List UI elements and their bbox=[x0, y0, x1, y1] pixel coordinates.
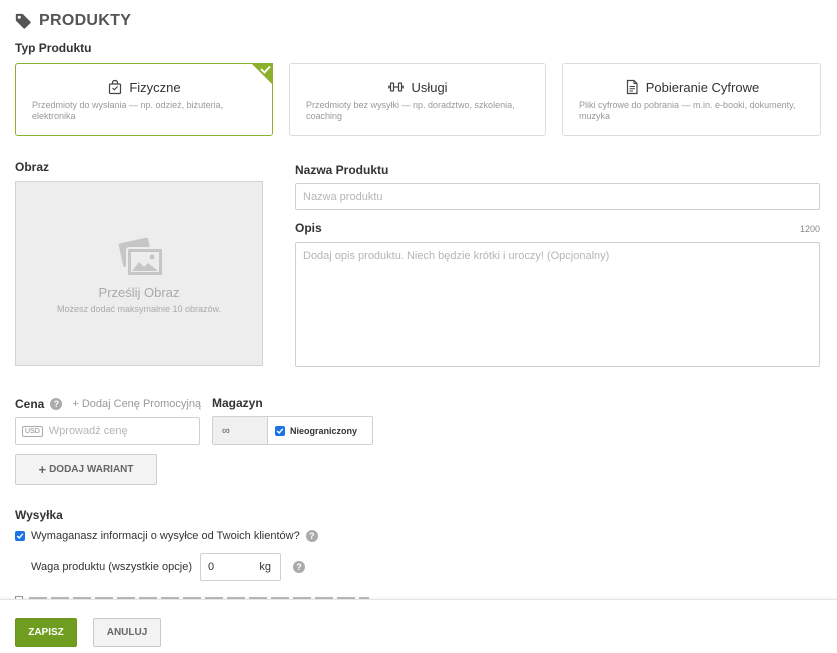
page-title-text: PRODUKTY bbox=[39, 12, 132, 29]
price-field[interactable]: USD bbox=[15, 417, 200, 445]
upload-hint: Możesz dodać maksymalnie 10 obrazów. bbox=[56, 304, 222, 314]
require-shipping-row[interactable]: Wymaganasz informacji o wysyłce od Twoic… bbox=[15, 530, 318, 542]
document-icon bbox=[626, 79, 638, 95]
currency-badge: USD bbox=[22, 425, 43, 437]
weight-label: Waga produktu (wszystkie opcje) bbox=[31, 561, 192, 573]
type-card-desc: Przedmioty do wysłania — np. odzież, biż… bbox=[32, 100, 224, 121]
form-footer: ZAPISZ ANULUJ bbox=[0, 599, 837, 653]
require-shipping-checkbox[interactable] bbox=[15, 531, 25, 541]
unlimited-checkbox[interactable] bbox=[275, 425, 285, 436]
type-card-title: Fizyczne bbox=[129, 79, 181, 95]
weight-row: Waga produktu (wszystkie opcje) 0 kg ? bbox=[31, 553, 305, 581]
image-label: Obraz bbox=[15, 160, 50, 174]
type-card-digital[interactable]: Pobieranie Cyfrowe Pliki cyfrowe do pobr… bbox=[562, 63, 821, 136]
help-icon[interactable]: ? bbox=[50, 398, 63, 410]
save-button[interactable]: ZAPISZ bbox=[15, 618, 77, 647]
stock-label: Magazyn bbox=[212, 396, 263, 410]
image-icon bbox=[118, 237, 164, 277]
description-textarea[interactable] bbox=[295, 242, 820, 367]
type-card-services[interactable]: Usługi Przedmioty bez wysyłki — np. dora… bbox=[289, 63, 546, 136]
help-icon[interactable]: ? bbox=[305, 530, 318, 542]
shipping-label: Wysyłka bbox=[15, 508, 63, 522]
type-card-title: Pobieranie Cyfrowe bbox=[645, 79, 760, 95]
stock-field: ∞ Nieograniczony bbox=[212, 416, 373, 445]
checkmark-icon bbox=[276, 427, 284, 434]
price-label: Cena bbox=[15, 397, 45, 411]
require-shipping-label: Wymaganasz informacji o wysyłce od Twoic… bbox=[31, 530, 300, 542]
unlimited-checkbox-row[interactable]: Nieograniczony bbox=[268, 417, 372, 444]
checkmark-icon bbox=[16, 533, 24, 540]
type-card-physical[interactable]: Fizyczne Przedmioty do wysłania — np. od… bbox=[15, 63, 273, 136]
type-card-desc: Pliki cyfrowe do pobrania — m.in. e-book… bbox=[579, 100, 796, 121]
help-icon[interactable]: ? bbox=[293, 561, 305, 573]
product-name-label: Nazwa Produktu bbox=[295, 163, 389, 177]
add-variant-button[interactable]: + DODAJ WARIANT bbox=[15, 454, 157, 485]
product-type-label: Typ Produktu bbox=[15, 41, 92, 55]
weight-input[interactable]: 0 kg bbox=[200, 553, 281, 581]
cancel-button[interactable]: ANULUJ bbox=[93, 618, 161, 647]
upload-title: Prześlij Obraz bbox=[98, 285, 180, 300]
add-variant-label: DODAJ WARIANT bbox=[49, 464, 134, 475]
weight-value: 0 bbox=[208, 561, 215, 573]
weight-unit: kg bbox=[259, 561, 271, 573]
type-card-title: Usługi bbox=[411, 79, 448, 95]
price-label-row: Cena ? + Dodaj Cenę Promocyjną bbox=[15, 397, 201, 411]
unlimited-label: Nieograniczony bbox=[290, 425, 358, 436]
product-name-input[interactable] bbox=[295, 183, 820, 210]
type-card-desc: Przedmioty bez wysyłki — np. doradztwo, … bbox=[306, 100, 515, 121]
plus-icon: + bbox=[38, 462, 47, 477]
add-promo-price-link[interactable]: + Dodaj Cenę Promocyjną bbox=[72, 398, 201, 410]
image-upload-area[interactable]: Prześlij Obraz Możesz dodać maksymalnie … bbox=[15, 181, 263, 366]
tag-icon bbox=[15, 13, 31, 29]
char-count: 1200 bbox=[799, 224, 820, 234]
dumbbell-icon bbox=[388, 82, 405, 92]
price-input[interactable] bbox=[48, 425, 179, 437]
selected-check-icon bbox=[251, 63, 273, 85]
shopping-bag-icon bbox=[109, 79, 122, 95]
stock-quantity-input[interactable]: ∞ bbox=[213, 417, 268, 444]
description-label: Opis bbox=[295, 221, 322, 235]
page-title: PRODUKTY bbox=[15, 12, 131, 30]
